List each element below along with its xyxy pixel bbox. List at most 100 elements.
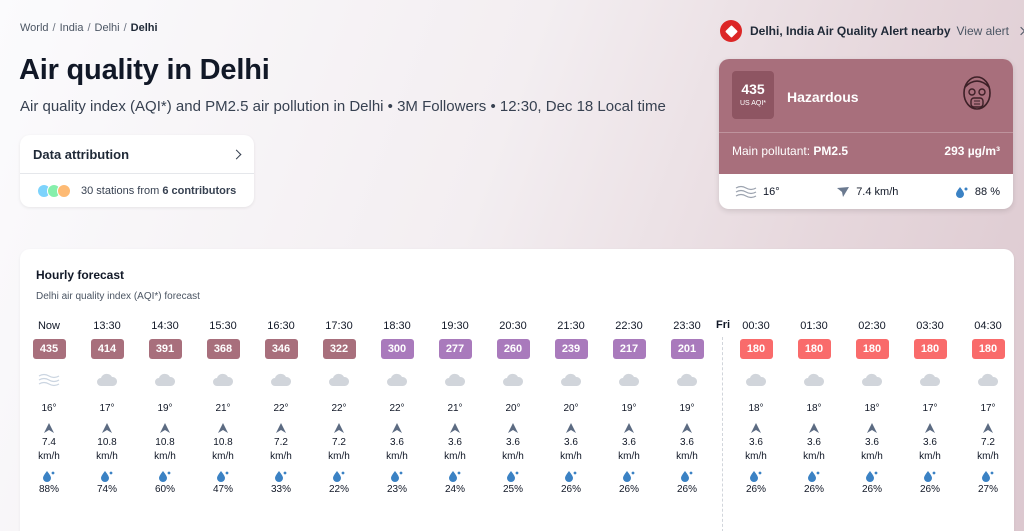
forecast-hour-9: 21:30 239 20° 3.6 km/h 26% <box>546 319 596 497</box>
forecast-hour-8: 20:30 260 20° 3.6 km/h 25% <box>488 319 538 497</box>
forecast-temp: 22° <box>389 403 405 414</box>
forecast-wind-speed: 3.6 <box>390 437 404 448</box>
humidity-drop-icon <box>507 471 519 482</box>
forecast-wind-speed: 3.6 <box>448 437 462 448</box>
wind-direction-icon <box>44 423 54 433</box>
forecast-temp: 17° <box>99 403 115 414</box>
data-attribution-header[interactable]: Data attribution <box>20 135 254 174</box>
forecast-wind-speed: 10.8 <box>97 437 117 448</box>
forecast-subtitle: Delhi air quality index (AQI*) forecast <box>36 291 200 302</box>
forecast-aqi-badge: 414 <box>90 339 124 359</box>
humidity-value: 88 % <box>974 185 1000 198</box>
view-alert-link[interactable]: View alert <box>957 24 1009 38</box>
forecast-aqi-badge: 217 <box>612 339 646 359</box>
forecast-time: 23:30 <box>673 320 701 332</box>
humidity-drop-icon <box>565 471 577 482</box>
current-weather-row: 16° 7.4 km/h 88 % <box>719 174 1013 209</box>
wind-direction-icon <box>392 423 402 433</box>
breadcrumb-delhi[interactable]: Delhi <box>95 22 120 34</box>
forecast-humidity: 26% <box>803 484 824 495</box>
cloud-icon <box>155 373 176 386</box>
forecast-aqi-badge: 180 <box>797 339 831 359</box>
forecast-aqi-badge: 239 <box>554 339 588 359</box>
breadcrumb-current: Delhi <box>130 22 158 34</box>
forecast-hour-11: 23:30 201 19° 3.6 km/h 26% <box>662 319 712 497</box>
forecast-wind-unit: km/h <box>96 451 118 462</box>
data-attribution-card[interactable]: Data attribution 30 stations from 6 cont… <box>20 135 254 207</box>
cloud-icon <box>329 373 350 386</box>
forecast-hour-7: 19:30 277 21° 3.6 km/h 24% <box>430 319 480 497</box>
forecast-wind-unit: km/h <box>270 451 292 462</box>
breadcrumb-world[interactable]: World <box>20 22 49 34</box>
breadcrumb-india[interactable]: India <box>60 22 84 34</box>
temperature-value: 16° <box>763 185 780 198</box>
cloud-icon <box>561 373 582 386</box>
forecast-aqi-badge: 322 <box>322 339 356 359</box>
day-divider <box>722 337 723 531</box>
forecast-time: 13:30 <box>93 320 121 332</box>
haze-icon <box>38 373 60 387</box>
cloud-icon <box>387 373 408 386</box>
forecast-wind-speed: 3.6 <box>680 437 694 448</box>
contributors-row[interactable]: 30 stations from 6 contributors <box>20 174 254 207</box>
forecast-wind-speed: 3.6 <box>923 437 937 448</box>
main-pollutant: Main pollutant: PM2.5 <box>732 144 849 158</box>
forecast-hour-14: 02:30 180 18° 3.6 km/h 26% <box>847 319 897 497</box>
forecast-temp: 18° <box>806 403 822 414</box>
forecast-wind-unit: km/h <box>444 451 466 462</box>
forecast-wind-unit: km/h <box>328 451 350 462</box>
forecast-hour-6: 18:30 300 22° 3.6 km/h 23% <box>372 319 422 497</box>
cloud-icon <box>746 373 767 386</box>
humidity-drop-icon <box>217 471 229 482</box>
forecast-humidity: 60% <box>154 484 175 495</box>
forecast-temp: 21° <box>447 403 463 414</box>
forecast-aqi-badge: 391 <box>148 339 182 359</box>
forecast-humidity: 26% <box>919 484 940 495</box>
forecast-aqi-badge: 180 <box>913 339 947 359</box>
day-label: Fri <box>716 319 731 331</box>
humidity-drop-icon <box>866 471 878 482</box>
forecast-aqi-badge: 180 <box>855 339 889 359</box>
forecast-humidity: 26% <box>676 484 697 495</box>
forecast-humidity: 25% <box>502 484 523 495</box>
aqi-unit: US AQI* <box>739 100 767 107</box>
forecast-aqi-badge: 368 <box>206 339 240 359</box>
forecast-wind-unit: km/h <box>560 451 582 462</box>
breadcrumb: World / India / Delhi / Delhi <box>20 22 158 34</box>
forecast-time: 04:30 <box>974 320 1002 332</box>
cloud-icon <box>804 373 825 386</box>
wind-direction-icon <box>867 423 877 433</box>
aqi-level-panel: 435 US AQI* Hazardous Main pollutant: PM… <box>719 59 1013 174</box>
forecast-wind-unit: km/h <box>676 451 698 462</box>
forecast-wind-unit: km/h <box>745 451 767 462</box>
cloud-icon <box>677 373 698 386</box>
wind: 7.4 km/h <box>836 186 898 198</box>
forecast-time: 17:30 <box>325 320 353 332</box>
forecast-temp: 20° <box>505 403 521 414</box>
forecast-aqi-badge: 346 <box>264 339 298 359</box>
humidity-drop-icon <box>808 471 820 482</box>
forecast-temp: 19° <box>157 403 173 414</box>
forecast-wind-speed: 10.8 <box>155 437 175 448</box>
main-pollutant-name: PM2.5 <box>813 144 849 158</box>
wind-direction-icon <box>682 423 692 433</box>
chevron-right-icon <box>231 149 242 159</box>
forecast-wind-unit: km/h <box>803 451 825 462</box>
forecast-hour-12: 00:30 180 18° 3.6 km/h 26% <box>731 319 781 497</box>
page-subtitle: Air quality index (AQI*) and PM2.5 air p… <box>20 98 666 115</box>
forecast-hour-10: 22:30 217 19° 3.6 km/h 26% <box>604 319 654 497</box>
wind-value: 7.4 km/h <box>856 185 899 198</box>
forecast-wind-unit: km/h <box>154 451 176 462</box>
forecast-hour-13: 01:30 180 18° 3.6 km/h 26% <box>789 319 839 497</box>
forecast-temp: 19° <box>621 403 637 414</box>
cloud-icon <box>503 373 524 386</box>
forecast-time: 03:30 <box>916 320 944 332</box>
air-quality-alert-link[interactable]: Delhi, India Air Quality Alert nearby Vi… <box>720 20 1024 42</box>
forecast-humidity: 33% <box>270 484 291 495</box>
forecast-aqi-badge: 300 <box>380 339 414 359</box>
wind-direction-icon <box>925 423 935 433</box>
forecast-hour-15: 03:30 180 17° 3.6 km/h 26% <box>905 319 955 497</box>
temperature: 16° <box>735 185 780 199</box>
humidity-drop-icon <box>391 471 403 482</box>
forecast-time: 19:30 <box>441 320 469 332</box>
